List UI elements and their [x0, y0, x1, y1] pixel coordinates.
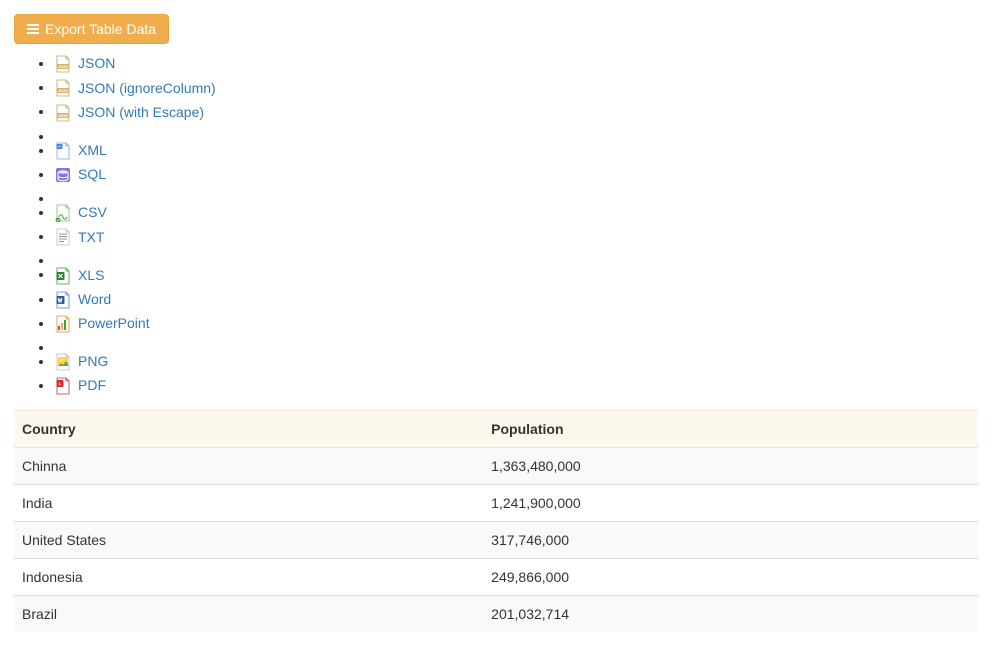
export-option-item — [54, 187, 978, 201]
export-option-label: Word — [78, 288, 111, 312]
table-cell: 1,363,480,000 — [483, 448, 978, 485]
pdf-icon — [54, 377, 72, 395]
svg-text:JSON: JSON — [58, 89, 68, 93]
export-option-item: JSON JSON — [54, 52, 978, 76]
export-option-link[interactable]: TXT — [54, 226, 104, 250]
export-option-item: PNG — [54, 350, 978, 374]
export-option-item — [54, 249, 978, 263]
table-body: Chinna1,363,480,000India1,241,900,000Uni… — [14, 448, 978, 633]
table-cell: 317,746,000 — [483, 522, 978, 559]
export-option-label: PDF — [78, 374, 106, 398]
menu-icon — [27, 24, 39, 34]
export-options-list: JSONJSONJSONJSON (ignoreColumn)JSONJSON … — [14, 52, 978, 398]
export-option-item: XLS — [54, 263, 978, 287]
export-option-label: XLS — [78, 264, 104, 288]
table-cell: Indonesia — [14, 559, 483, 596]
export-option-link[interactable]: PowerPoint — [54, 312, 150, 336]
table-header-row: CountryPopulation — [14, 411, 978, 448]
export-option-item — [54, 336, 978, 350]
json-icon: JSON — [54, 55, 72, 73]
export-option-link[interactable]: CSV — [54, 201, 107, 225]
table-row: Brazil201,032,714 — [14, 596, 978, 633]
export-option-item: JSON JSON (with Escape) — [54, 100, 978, 124]
table-cell: India — [14, 485, 483, 522]
xls-icon — [54, 267, 72, 285]
export-option-link[interactable]: JSON JSON (ignoreColumn) — [54, 77, 216, 101]
export-option-label: SQL — [78, 163, 106, 187]
export-option-label: PNG — [78, 350, 108, 374]
export-option-link[interactable]: PNG — [54, 350, 108, 374]
export-option-link[interactable]: PDF — [54, 374, 106, 398]
table-cell: 1,241,900,000 — [483, 485, 978, 522]
export-option-item — [54, 125, 978, 139]
export-option-label: TXT — [78, 226, 104, 250]
export-option-item: SQL — [54, 163, 978, 187]
export-option-label: JSON (ignoreColumn) — [78, 77, 216, 101]
export-option-item: CSV — [54, 201, 978, 225]
export-table-data-button[interactable]: Export Table Data — [14, 14, 169, 44]
export-option-item: Word — [54, 288, 978, 312]
export-option-label: JSON — [78, 52, 115, 76]
png-icon — [54, 353, 72, 371]
export-option-link[interactable]: JSON JSON — [54, 52, 115, 76]
export-option-item: PowerPoint — [54, 312, 978, 336]
export-option-item: </> XML — [54, 139, 978, 163]
word-icon — [54, 291, 72, 309]
export-option-label: JSON (with Escape) — [78, 101, 204, 125]
data-table: CountryPopulation Chinna1,363,480,000Ind… — [14, 410, 978, 632]
svg-text:</>: </> — [57, 144, 62, 148]
table-row: India1,241,900,000 — [14, 485, 978, 522]
sql-icon — [54, 166, 72, 184]
table-cell: United States — [14, 522, 483, 559]
export-option-link[interactable]: SQL — [54, 163, 106, 187]
export-option-link[interactable]: XLS — [54, 264, 104, 288]
table-cell: 201,032,714 — [483, 596, 978, 633]
xml-icon: </> — [54, 142, 72, 160]
table-row: United States317,746,000 — [14, 522, 978, 559]
table-header-cell: Population — [483, 411, 978, 448]
table-header-cell: Country — [14, 411, 483, 448]
export-option-item: JSON JSON (ignoreColumn) — [54, 76, 978, 100]
table-cell: 249,866,000 — [483, 559, 978, 596]
export-option-link[interactable]: Word — [54, 288, 111, 312]
export-option-label: CSV — [78, 201, 107, 225]
export-option-item: PDF — [54, 374, 978, 398]
svg-text:JSON: JSON — [58, 65, 68, 69]
table-cell: Chinna — [14, 448, 483, 485]
export-option-link[interactable]: JSON JSON (with Escape) — [54, 101, 204, 125]
json-icon: JSON — [54, 79, 72, 97]
table-row: Indonesia249,866,000 — [14, 559, 978, 596]
table-cell: Brazil — [14, 596, 483, 633]
export-option-label: PowerPoint — [78, 312, 150, 336]
svg-text:JSON: JSON — [58, 113, 68, 117]
txt-icon — [54, 228, 72, 246]
export-button-label: Export Table Data — [45, 21, 156, 37]
ppt-icon — [54, 315, 72, 333]
table-row: Chinna1,363,480,000 — [14, 448, 978, 485]
json-icon: JSON — [54, 104, 72, 122]
csv-icon — [54, 204, 72, 222]
export-option-item: TXT — [54, 225, 978, 249]
export-option-link[interactable]: </> XML — [54, 139, 107, 163]
export-option-label: XML — [78, 139, 107, 163]
